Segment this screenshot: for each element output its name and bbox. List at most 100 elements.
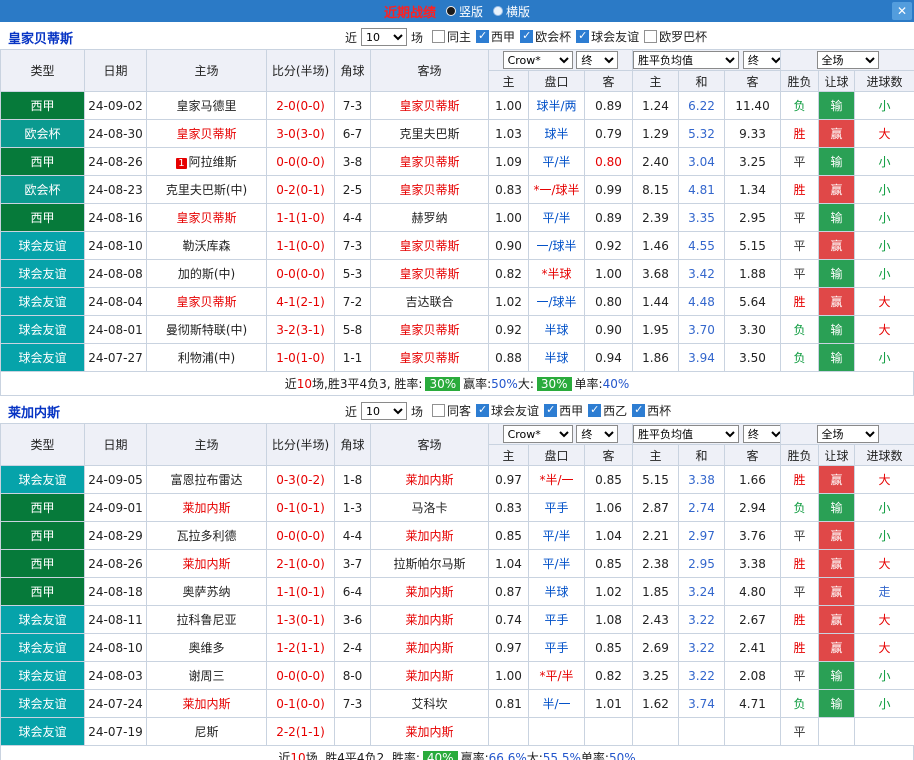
home-team[interactable]: 瓦拉多利德 (147, 522, 267, 550)
checkbox-icon[interactable] (520, 30, 533, 43)
home-team[interactable]: 莱加内斯 (147, 494, 267, 522)
league-filter-同主[interactable]: 同主 (432, 28, 471, 45)
avg-time-select[interactable]: 终 (743, 425, 781, 443)
away-team[interactable]: 皇家贝蒂斯 (371, 92, 489, 120)
checkbox-icon[interactable] (544, 404, 557, 417)
away-team[interactable]: 莱加内斯 (371, 606, 489, 634)
away-team[interactable]: 赫罗纳 (371, 204, 489, 232)
league-filter-西甲[interactable]: 西甲 (544, 402, 583, 419)
home-team[interactable]: 1阿拉维斯 (147, 148, 267, 176)
away-team[interactable]: 莱加内斯 (371, 522, 489, 550)
away-team[interactable]: 克里夫巴斯 (371, 120, 489, 148)
away-team[interactable]: 艾科坎 (371, 690, 489, 718)
checkbox-icon[interactable] (576, 30, 589, 43)
summary-part: 近 (278, 749, 290, 760)
away-team[interactable]: 皇家贝蒂斯 (371, 232, 489, 260)
away-team[interactable]: 拉斯帕尔马斯 (371, 550, 489, 578)
odds-time-select[interactable]: 终 (576, 425, 618, 443)
odds-time-select[interactable]: 终 (576, 51, 618, 69)
match-score: 2-0(0-0) (267, 92, 335, 120)
match-result: 负 (781, 316, 819, 344)
checkbox-icon[interactable] (432, 404, 445, 417)
avg-away: 11.40 (725, 92, 781, 120)
league-filter-西甲[interactable]: 西甲 (476, 28, 515, 45)
league-badge: 球会友谊 (1, 316, 85, 344)
home-team[interactable]: 奥萨苏纳 (147, 578, 267, 606)
home-team[interactable]: 皇家贝蒂斯 (147, 204, 267, 232)
team-name: 莱加内斯 (8, 402, 60, 421)
avg-draw: 3.38 (679, 466, 725, 494)
home-team[interactable]: 皇家马德里 (147, 92, 267, 120)
goals-result: 走 (855, 578, 914, 606)
odds-group-header: Crow* 终 (489, 424, 633, 445)
home-team[interactable]: 利物浦(中) (147, 344, 267, 372)
away-team[interactable]: 皇家贝蒂斯 (371, 176, 489, 204)
home-team[interactable]: 皇家贝蒂斯 (147, 120, 267, 148)
match-score: 0-3(0-2) (267, 466, 335, 494)
league-filter-欧罗巴杯[interactable]: 欧罗巴杯 (644, 28, 707, 45)
odds-company-select[interactable]: Crow* (503, 51, 573, 69)
home-team[interactable]: 拉科鲁尼亚 (147, 606, 267, 634)
scope-select[interactable]: 全场 (817, 425, 879, 443)
away-team[interactable]: 莱加内斯 (371, 578, 489, 606)
home-team[interactable]: 富恩拉布雷达 (147, 466, 267, 494)
handicap-result: 赢 (819, 634, 855, 662)
home-team[interactable]: 勒沃库森 (147, 232, 267, 260)
scope-select[interactable]: 全场 (817, 51, 879, 69)
league-filter-同客[interactable]: 同客 (432, 402, 471, 419)
handicap-line: 平/半 (529, 148, 585, 176)
match-row: 西甲24-08-18奥萨苏纳1-1(0-1)6-4莱加内斯0.87半球1.021… (1, 578, 914, 606)
home-team[interactable]: 莱加内斯 (147, 550, 267, 578)
away-team[interactable]: 莱加内斯 (371, 634, 489, 662)
subcol-avg-draw: 和 (679, 71, 725, 92)
layout-vertical-option[interactable]: 竖版 (446, 3, 483, 20)
checkbox-icon[interactable] (432, 30, 445, 43)
recent-count-select[interactable]: 10 (361, 28, 407, 46)
away-team[interactable]: 马洛卡 (371, 494, 489, 522)
away-team[interactable]: 莱加内斯 (371, 662, 489, 690)
away-team[interactable]: 吉达联合 (371, 288, 489, 316)
away-team[interactable]: 皇家贝蒂斯 (371, 148, 489, 176)
away-team[interactable]: 皇家贝蒂斯 (371, 316, 489, 344)
checkbox-icon[interactable] (644, 30, 657, 43)
radio-unselected-icon[interactable] (493, 6, 503, 16)
odds-away: 0.85 (585, 634, 633, 662)
avg-select[interactable]: 胜平负均值 (633, 425, 739, 443)
home-team[interactable]: 加的斯(中) (147, 260, 267, 288)
checkbox-icon[interactable] (476, 30, 489, 43)
home-team[interactable]: 克里夫巴斯(中) (147, 176, 267, 204)
match-result: 负 (781, 344, 819, 372)
avg-home: 3.25 (633, 662, 679, 690)
league-filter-西乙[interactable]: 西乙 (588, 402, 627, 419)
avg-time-select[interactable]: 终 (743, 51, 781, 69)
league-filter-球会友谊[interactable]: 球会友谊 (476, 402, 539, 419)
league-filter-西杯[interactable]: 西杯 (632, 402, 671, 419)
odds-away: 0.85 (585, 466, 633, 494)
home-team[interactable]: 皇家贝蒂斯 (147, 288, 267, 316)
goals-result: 小 (855, 176, 914, 204)
avg-select[interactable]: 胜平负均值 (633, 51, 739, 69)
home-team[interactable]: 曼彻斯特联(中) (147, 316, 267, 344)
away-team[interactable]: 皇家贝蒂斯 (371, 260, 489, 288)
away-team[interactable]: 皇家贝蒂斯 (371, 344, 489, 372)
away-team[interactable]: 莱加内斯 (371, 718, 489, 746)
match-date: 24-08-16 (85, 204, 147, 232)
goals-result: 小 (855, 232, 914, 260)
league-badge: 球会友谊 (1, 690, 85, 718)
odds-company-select[interactable]: Crow* (503, 425, 573, 443)
checkbox-icon[interactable] (632, 404, 645, 417)
match-row: 球会友谊24-08-01曼彻斯特联(中)3-2(3-1)5-8皇家贝蒂斯0.92… (1, 316, 914, 344)
home-team[interactable]: 莱加内斯 (147, 690, 267, 718)
league-filter-欧会杯[interactable]: 欧会杯 (520, 28, 571, 45)
home-team[interactable]: 尼斯 (147, 718, 267, 746)
close-icon[interactable]: ✕ (892, 2, 912, 20)
checkbox-icon[interactable] (588, 404, 601, 417)
league-filter-球会友谊[interactable]: 球会友谊 (576, 28, 639, 45)
home-team[interactable]: 奥维多 (147, 634, 267, 662)
layout-horizontal-option[interactable]: 横版 (493, 3, 530, 20)
home-team[interactable]: 谢周三 (147, 662, 267, 690)
recent-count-select[interactable]: 10 (361, 402, 407, 420)
away-team[interactable]: 莱加内斯 (371, 466, 489, 494)
checkbox-icon[interactable] (476, 404, 489, 417)
radio-selected-icon[interactable] (446, 6, 456, 16)
